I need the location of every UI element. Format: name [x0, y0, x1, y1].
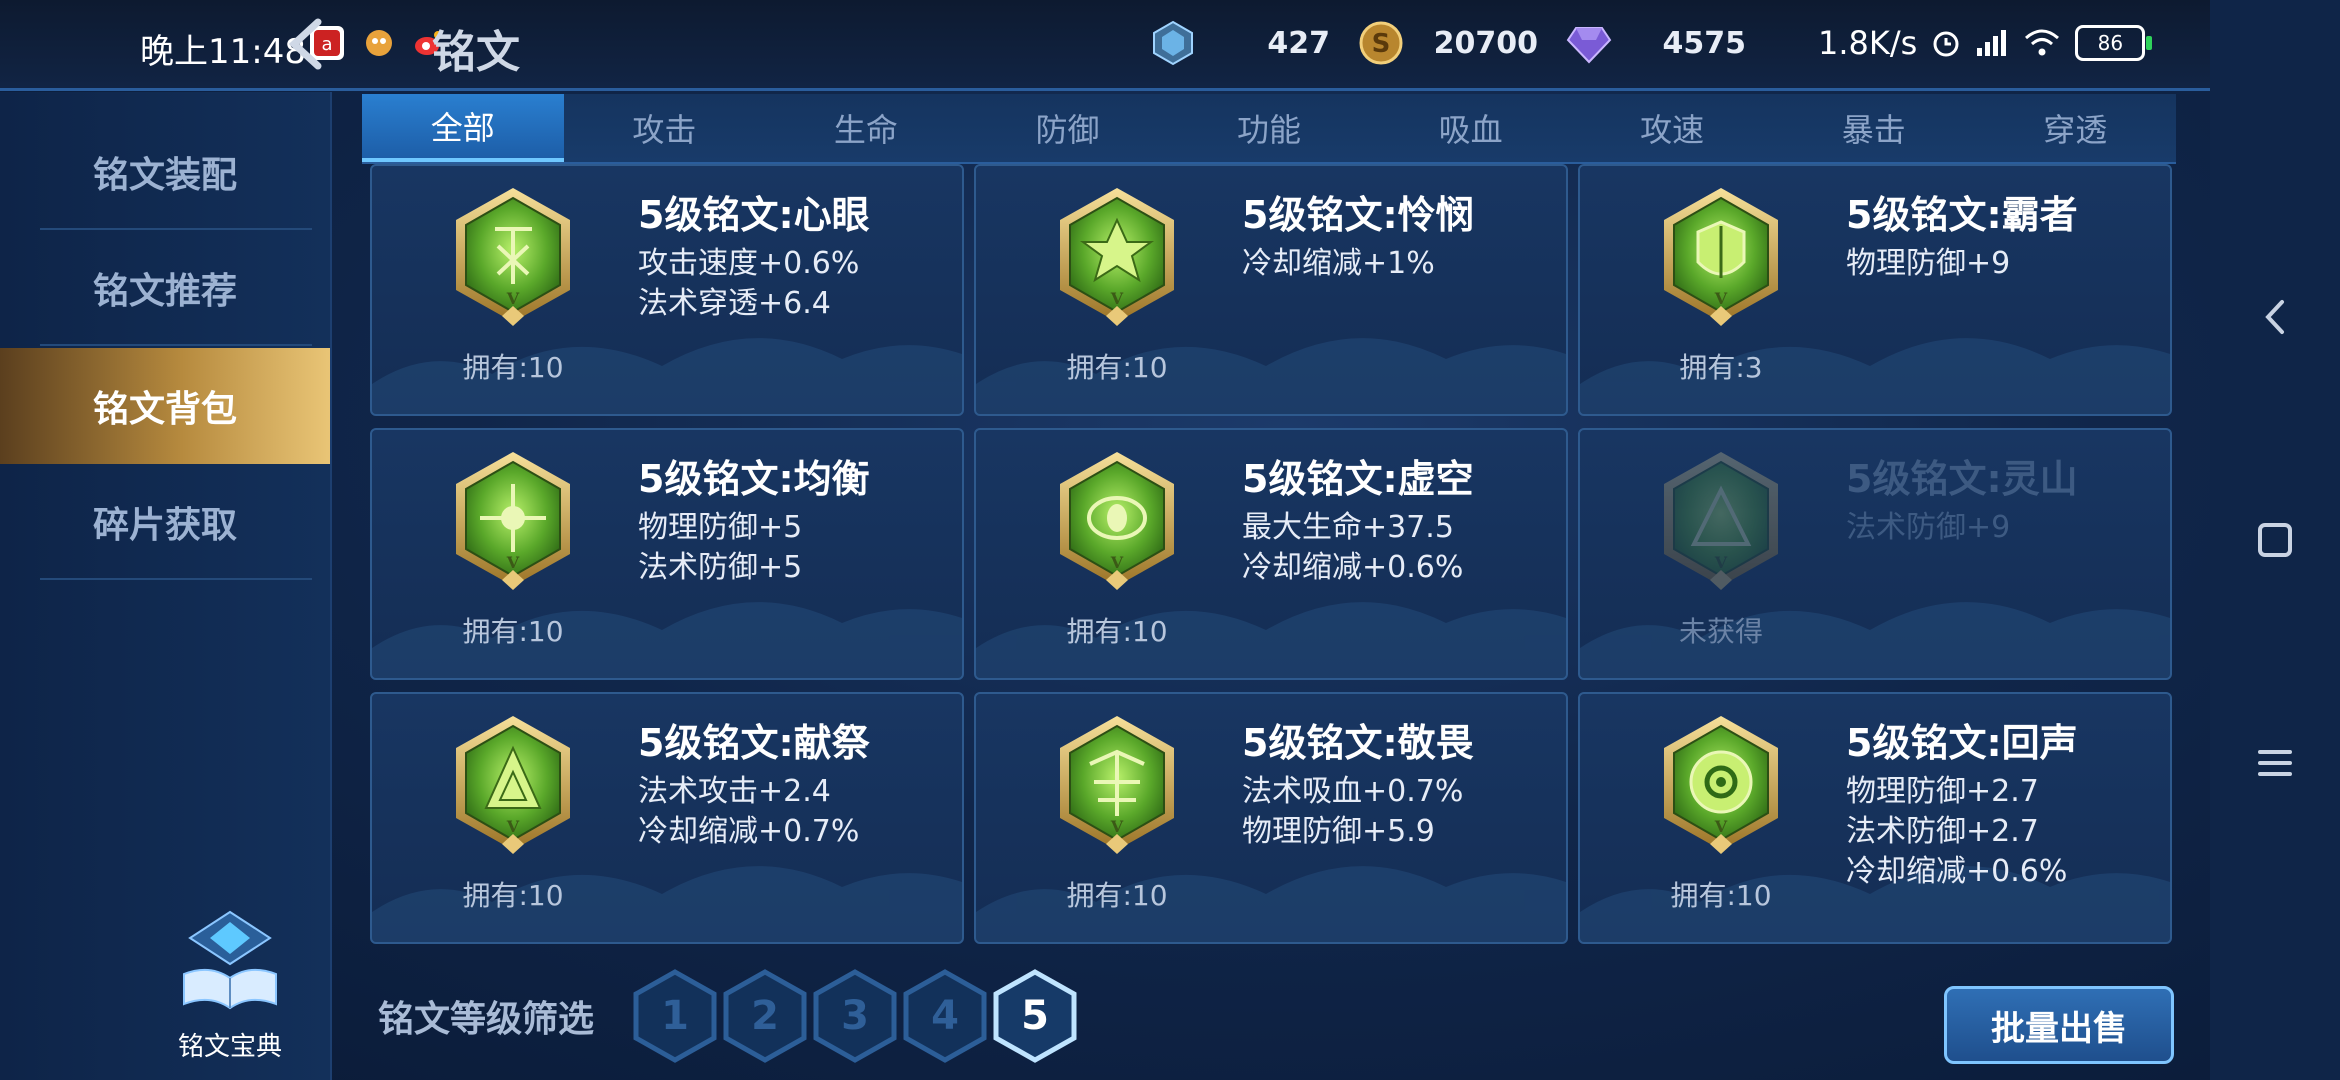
- tab-critical[interactable]: 暴击: [1773, 94, 1975, 162]
- rune-owned-count: 拥有:10: [1670, 879, 1772, 912]
- currency-gold: S 20700: [1358, 18, 1538, 68]
- tab-defense[interactable]: 防御: [967, 94, 1169, 162]
- app-notification-icon-2: [362, 26, 396, 60]
- rune-attrs: 物理防御+2.7 法术防御+2.7 冷却缩减+0.6%: [1846, 774, 2068, 889]
- rune-owned-count: 拥有:10: [462, 879, 564, 912]
- rune-card-xianji[interactable]: 5级铭文:献祭 法术攻击+2.4 冷却缩减+0.7% 拥有:10: [370, 692, 964, 944]
- rune-card-xukong[interactable]: 5级铭文:虚空 最大生命+37.5 冷却缩减+0.6% 拥有:10: [974, 428, 1568, 680]
- rune-grid: 5级铭文:心眼 攻击速度+0.6% 法术穿透+6.4 拥有:10 5级铭文:怜悯 …: [368, 162, 2172, 944]
- rune-card-bazhe[interactable]: 5级铭文:霸者 物理防御+9 拥有:3: [1578, 164, 2172, 416]
- tab-utility[interactable]: 功能: [1168, 94, 1370, 162]
- bulk-sell-button[interactable]: 批量出售: [1944, 986, 2174, 1064]
- rune-xinyan-icon: [455, 187, 571, 327]
- rune-attrs: 法术吸血+0.7% 物理防御+5.9: [1242, 774, 1464, 849]
- rune-card-lianmin[interactable]: 5级铭文:怜悯 冷却缩减+1% 拥有:10: [974, 164, 1568, 416]
- tab-attack[interactable]: 攻击: [564, 94, 766, 162]
- page-title: 铭文: [432, 27, 520, 78]
- rune-card-xinyan[interactable]: 5级铭文:心眼 攻击速度+0.6% 法术穿透+6.4 拥有:10: [370, 164, 964, 416]
- rune-card-junheng[interactable]: 5级铭文:均衡 物理防御+5 法术防御+5 拥有:10: [370, 428, 964, 680]
- rune-attrs: 法术攻击+2.4 冷却缩减+0.7%: [638, 774, 860, 849]
- level-filter-label: 铭文等级筛选: [378, 999, 595, 1040]
- rune-name: 5级铭文:霸者: [1846, 193, 2078, 237]
- rune-card-jingwei[interactable]: 5级铭文:敬畏 法术吸血+0.7% 物理防御+5.9 拥有:10: [974, 692, 1568, 944]
- rune-owned-count: 拥有:10: [462, 351, 564, 384]
- nav-recents-icon[interactable]: [2250, 738, 2300, 788]
- rune-name: 5级铭文:灵山: [1846, 457, 2078, 501]
- alarm-icon: [1933, 31, 1959, 57]
- currency-crystal: 427: [1150, 18, 1330, 68]
- signal-icon: [1977, 30, 2007, 56]
- level-filter-2[interactable]: 2: [722, 968, 808, 1064]
- rune-jingwei-icon: [1059, 715, 1175, 855]
- svg-text:S: S: [1372, 29, 1391, 59]
- gold-coin-icon: S: [1359, 21, 1403, 65]
- battery-indicator: 86: [2075, 25, 2153, 61]
- level-filter-4[interactable]: 4: [902, 968, 988, 1064]
- rune-name: 5级铭文:怜悯: [1242, 193, 1474, 237]
- rune-owned-count: 拥有:10: [1066, 615, 1168, 648]
- level-filter-5[interactable]: 5: [992, 968, 1078, 1064]
- net-speed: 1.8K/s: [1818, 24, 1918, 62]
- rune-name: 5级铭文:心眼: [638, 193, 870, 237]
- rune-attrs: 物理防御+9: [1846, 246, 2011, 281]
- rune-name: 5级铭文:均衡: [638, 457, 870, 501]
- back-button[interactable]: [278, 14, 338, 74]
- crystal-icon: [1153, 20, 1193, 66]
- tab-attack-speed[interactable]: 攻速: [1571, 94, 1773, 162]
- tab-health[interactable]: 生命: [765, 94, 967, 162]
- rune-not-owned: 未获得: [1678, 615, 1763, 648]
- rune-owned-count: 拥有:10: [1066, 879, 1168, 912]
- rune-codex-label: 铭文宝典: [177, 1032, 282, 1062]
- rune-name: 5级铭文:献祭: [638, 721, 870, 765]
- rune-huisheng-icon: [1663, 715, 1779, 855]
- rune-owned-count: 拥有:10: [1066, 351, 1168, 384]
- rune-owned-count: 拥有:10: [462, 615, 564, 648]
- rune-junheng-icon: [455, 451, 571, 591]
- rune-owned-count: 拥有:3: [1679, 351, 1763, 384]
- rune-codex-button[interactable]: 铭文宝典: [165, 908, 295, 1062]
- rune-name: 5级铭文:虚空: [1242, 457, 1474, 501]
- rune-bazhe-icon: [1663, 187, 1779, 327]
- sidebar-item-rune-bag[interactable]: 铭文背包: [0, 348, 330, 464]
- tab-penetration[interactable]: 穿透: [1975, 94, 2177, 162]
- category-tabs: 全部 攻击 生命 防御 功能 吸血 攻速 暴击 穿透: [362, 94, 2176, 164]
- sidebar-item-fragment-obtain[interactable]: 碎片获取: [0, 464, 330, 580]
- wifi-icon: [2025, 29, 2060, 56]
- rune-xianji-icon: [455, 715, 571, 855]
- currency-gem: 4575: [1566, 18, 1746, 68]
- rune-name: 5级铭文:敬畏: [1242, 721, 1474, 765]
- rune-name: 5级铭文:回声: [1846, 721, 2078, 765]
- rune-attrs: 攻击速度+0.6% 法术穿透+6.4: [638, 246, 860, 321]
- tab-lifesteal[interactable]: 吸血: [1370, 94, 1572, 162]
- system-status: 1.8K/s 86: [1818, 24, 2153, 62]
- level-filter-1[interactable]: 1: [632, 968, 718, 1064]
- tab-all[interactable]: 全部: [362, 94, 564, 162]
- system-nav-bar: [2210, 0, 2340, 1080]
- purple-gem-icon: [1566, 27, 1612, 64]
- rune-lingshan-icon: [1663, 451, 1779, 591]
- rune-lianmin-icon: [1059, 187, 1175, 327]
- nav-home-icon[interactable]: [2250, 515, 2300, 565]
- sidebar-item-rune-recommend[interactable]: 铭文推荐: [0, 230, 330, 346]
- rune-attrs: 法术防御+9: [1846, 510, 2011, 545]
- rune-attrs: 冷却缩减+1%: [1242, 246, 1435, 281]
- rune-attrs: 最大生命+37.5 冷却缩减+0.6%: [1242, 510, 1464, 585]
- rune-card-lingshan[interactable]: 5级铭文:灵山 法术防御+9 未获得: [1578, 428, 2172, 680]
- rune-attrs: 物理防御+5 法术防御+5: [638, 510, 803, 585]
- rune-xukong-icon: [1059, 451, 1175, 591]
- sidebar-item-rune-equip[interactable]: 铭文装配: [0, 114, 330, 230]
- top-bar: 晚上11:48 a 铭文 427 S 20700 4575 1.8K/s 86: [0, 0, 2210, 91]
- rune-card-huisheng[interactable]: 5级铭文:回声 物理防御+2.7 法术防御+2.7 冷却缩减+0.6% 拥有:10: [1578, 692, 2172, 944]
- level-filter-3[interactable]: 3: [812, 968, 898, 1064]
- nav-back-icon[interactable]: [2250, 292, 2300, 342]
- book-icon: [183, 910, 277, 1010]
